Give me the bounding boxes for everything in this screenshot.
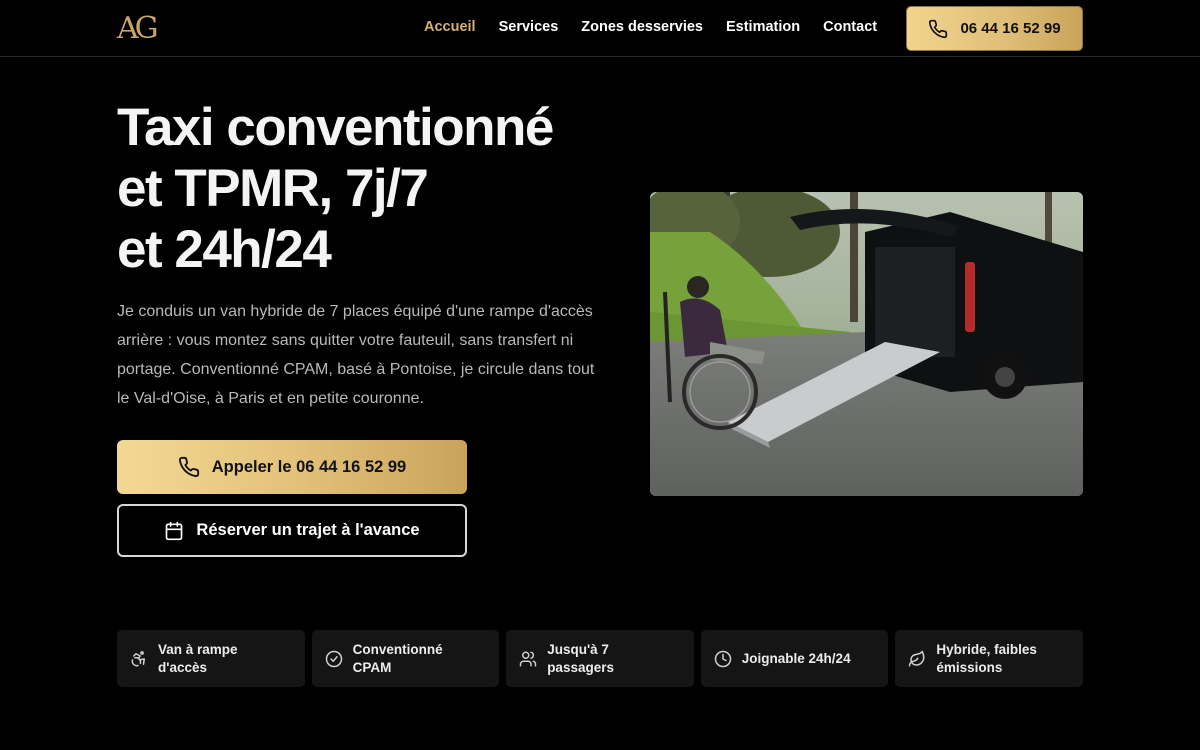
feature-card-passengers: Jusqu'à 7 passagers — [506, 630, 694, 687]
nav-accueil[interactable]: Accueil — [424, 17, 476, 37]
header-phone-number: 06 44 16 52 99 — [960, 20, 1061, 37]
feature-label: Conventionné CPAM — [352, 641, 443, 675]
hero-title-line-2: et TPMR, 7j/7 — [117, 159, 429, 218]
logo-text: AG — [117, 11, 159, 46]
call-button-label: Appeler le 06 44 16 52 99 — [211, 457, 407, 476]
hero-photo — [650, 192, 1083, 496]
phone-icon — [178, 456, 199, 477]
feature-card-cpam: Conventionné CPAM — [311, 630, 500, 687]
leaf-icon — [909, 650, 925, 666]
feature-card-ramp: Van à rampe d'accès — [117, 630, 305, 687]
nav-estimation[interactable]: Estimation — [726, 17, 800, 37]
feature-card-24h: Joignable 24h/24 — [700, 630, 889, 687]
nav-contact[interactable]: Contact — [823, 17, 877, 37]
calendar-icon — [166, 521, 183, 540]
check-circle-icon — [325, 650, 342, 667]
header-phone-button[interactable]: 06 44 16 52 99 — [906, 6, 1083, 51]
phone-icon — [929, 19, 948, 38]
feature-label: Joignable 24h/24 — [741, 650, 851, 666]
nav-services[interactable]: Services — [499, 17, 559, 37]
feature-label: Jusqu'à 7 passagers — [547, 641, 614, 675]
hero-title-line-1: Taxi conventionné — [117, 98, 554, 157]
feature-label: Hybride, faibles émissions — [936, 641, 1037, 675]
feature-card-hybrid: Hybride, faibles émissions — [895, 630, 1083, 687]
book-button[interactable]: Réserver un trajet à l'avance — [117, 504, 467, 557]
site-header: AG Accueil Services Zones desservies Est… — [0, 0, 1200, 57]
logo[interactable]: AG — [117, 10, 163, 48]
hero-title-line-3: et 24h/24 — [117, 220, 332, 279]
users-icon — [519, 651, 537, 666]
features-row: Van à rampe d'accès Conventionné CPAM Ju… — [117, 630, 1083, 687]
nav-zones-desservies[interactable]: Zones desservies — [581, 17, 703, 37]
wheelchair-icon — [131, 650, 145, 666]
clock-icon — [714, 650, 732, 667]
main-nav: Accueil Services Zones desservies Estima… — [424, 17, 900, 37]
hero-description: Je conduis un van hybride de 7 places éq… — [117, 303, 595, 407]
book-button-label: Réserver un trajet à l'avance — [196, 521, 420, 539]
feature-label: Van à rampe d'accès — [158, 641, 238, 675]
van-ramp-illustration — [650, 192, 1083, 496]
call-button[interactable]: Appeler le 06 44 16 52 99 — [117, 440, 467, 494]
hero-title: Taxi conventionné et TPMR, 7j/7 et 24h/2… — [117, 97, 637, 280]
